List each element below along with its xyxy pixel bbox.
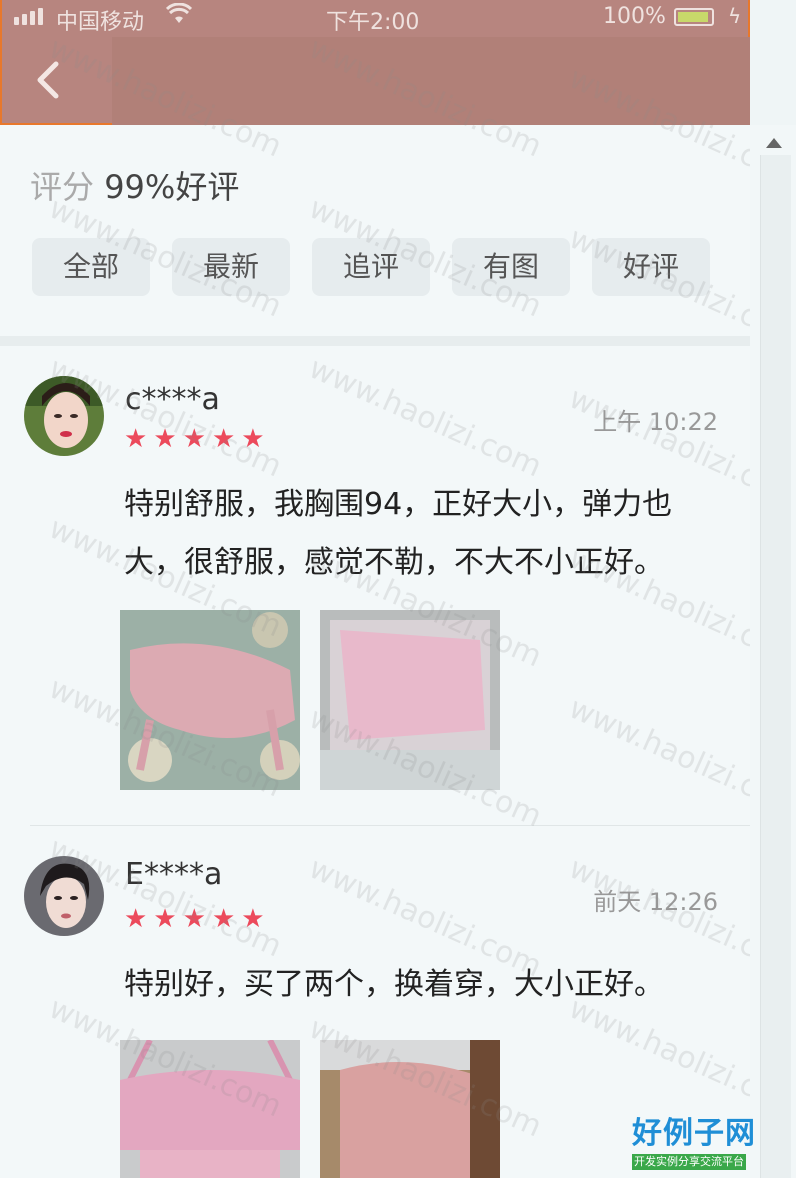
star-icon: ★ — [211, 904, 236, 934]
chevron-left-icon — [37, 61, 59, 99]
star-rating: ★ ★ ★ ★ ★ — [124, 424, 265, 454]
review-photo[interactable] — [320, 610, 500, 790]
star-icon: ★ — [182, 904, 206, 934]
back-button[interactable] — [30, 58, 74, 102]
scroll-up-arrow-icon[interactable] — [766, 138, 782, 148]
review-photo[interactable] — [120, 610, 300, 790]
filter-with-photos[interactable]: 有图 — [452, 238, 570, 296]
review-photo[interactable] — [320, 1040, 500, 1178]
star-icon: ★ — [124, 424, 148, 454]
star-icon: ★ — [153, 424, 177, 454]
app-screen: 中国移动 下午2:00 100% ϟ 评分 99%好评 全部 最新 追评 有图 … — [0, 0, 750, 1178]
star-icon: ★ — [124, 904, 148, 934]
logo-title: 好例子网 — [632, 1116, 756, 1151]
section-divider — [0, 336, 750, 346]
star-icon: ★ — [241, 424, 265, 454]
filter-latest[interactable]: 最新 — [172, 238, 290, 296]
filter-tabs: 全部 最新 追评 有图 好评 — [32, 238, 710, 296]
star-icon: ★ — [241, 904, 265, 934]
review-photos — [120, 1038, 500, 1178]
filter-positive[interactable]: 好评 — [592, 238, 710, 296]
avatar[interactable] — [24, 856, 104, 936]
review-photos — [120, 610, 500, 790]
carrier-name: 中国移动 — [56, 10, 145, 35]
score-value: 99%好评 — [104, 168, 240, 206]
watermark-text: www.haolizi.com — [303, 350, 547, 485]
star-icon: ★ — [211, 424, 236, 454]
review-username: c****a — [125, 382, 220, 417]
filter-followup[interactable]: 追评 — [312, 238, 430, 296]
status-time: 下午2:00 — [326, 10, 420, 35]
review-text: 特别舒服，我胸围94，正好大小，弹力也大，很舒服，感觉不勒，不大不小正好。 — [124, 487, 673, 580]
header-title-area — [112, 37, 750, 125]
scrollbar-track[interactable] — [760, 155, 791, 1178]
star-icon: ★ — [153, 904, 177, 934]
header-bar: 中国移动 下午2:00 100% ϟ — [0, 0, 750, 125]
wifi-icon — [165, 2, 193, 31]
battery-percent: 100% — [603, 4, 666, 29]
review-time: 前天 12:26 — [593, 888, 718, 916]
site-logo: 好例子网 开发实例分享交流平台 — [632, 1118, 766, 1172]
signal-icon — [14, 8, 43, 25]
watermark-text: www.haolizi.com — [563, 690, 750, 825]
filter-all[interactable]: 全部 — [32, 238, 150, 296]
review-username: E****a — [125, 857, 223, 892]
avatar[interactable] — [24, 376, 104, 456]
score-label: 评分 — [30, 168, 95, 206]
review-photo[interactable] — [120, 1038, 300, 1178]
battery-icon — [674, 8, 714, 26]
logo-subtitle: 开发实例分享交流平台 — [632, 1154, 746, 1170]
review-time: 上午 10:22 — [593, 408, 718, 436]
star-rating: ★ ★ ★ ★ ★ — [124, 904, 265, 934]
status-bar: 中国移动 下午2:00 100% ϟ — [2, 0, 750, 36]
star-icon: ★ — [182, 424, 206, 454]
review-text: 特别好，买了两个，换着穿，大小正好。 — [124, 967, 664, 1002]
charging-icon: ϟ — [728, 4, 742, 28]
rating-summary: 评分 99%好评 — [30, 162, 239, 208]
review-separator — [30, 825, 750, 826]
